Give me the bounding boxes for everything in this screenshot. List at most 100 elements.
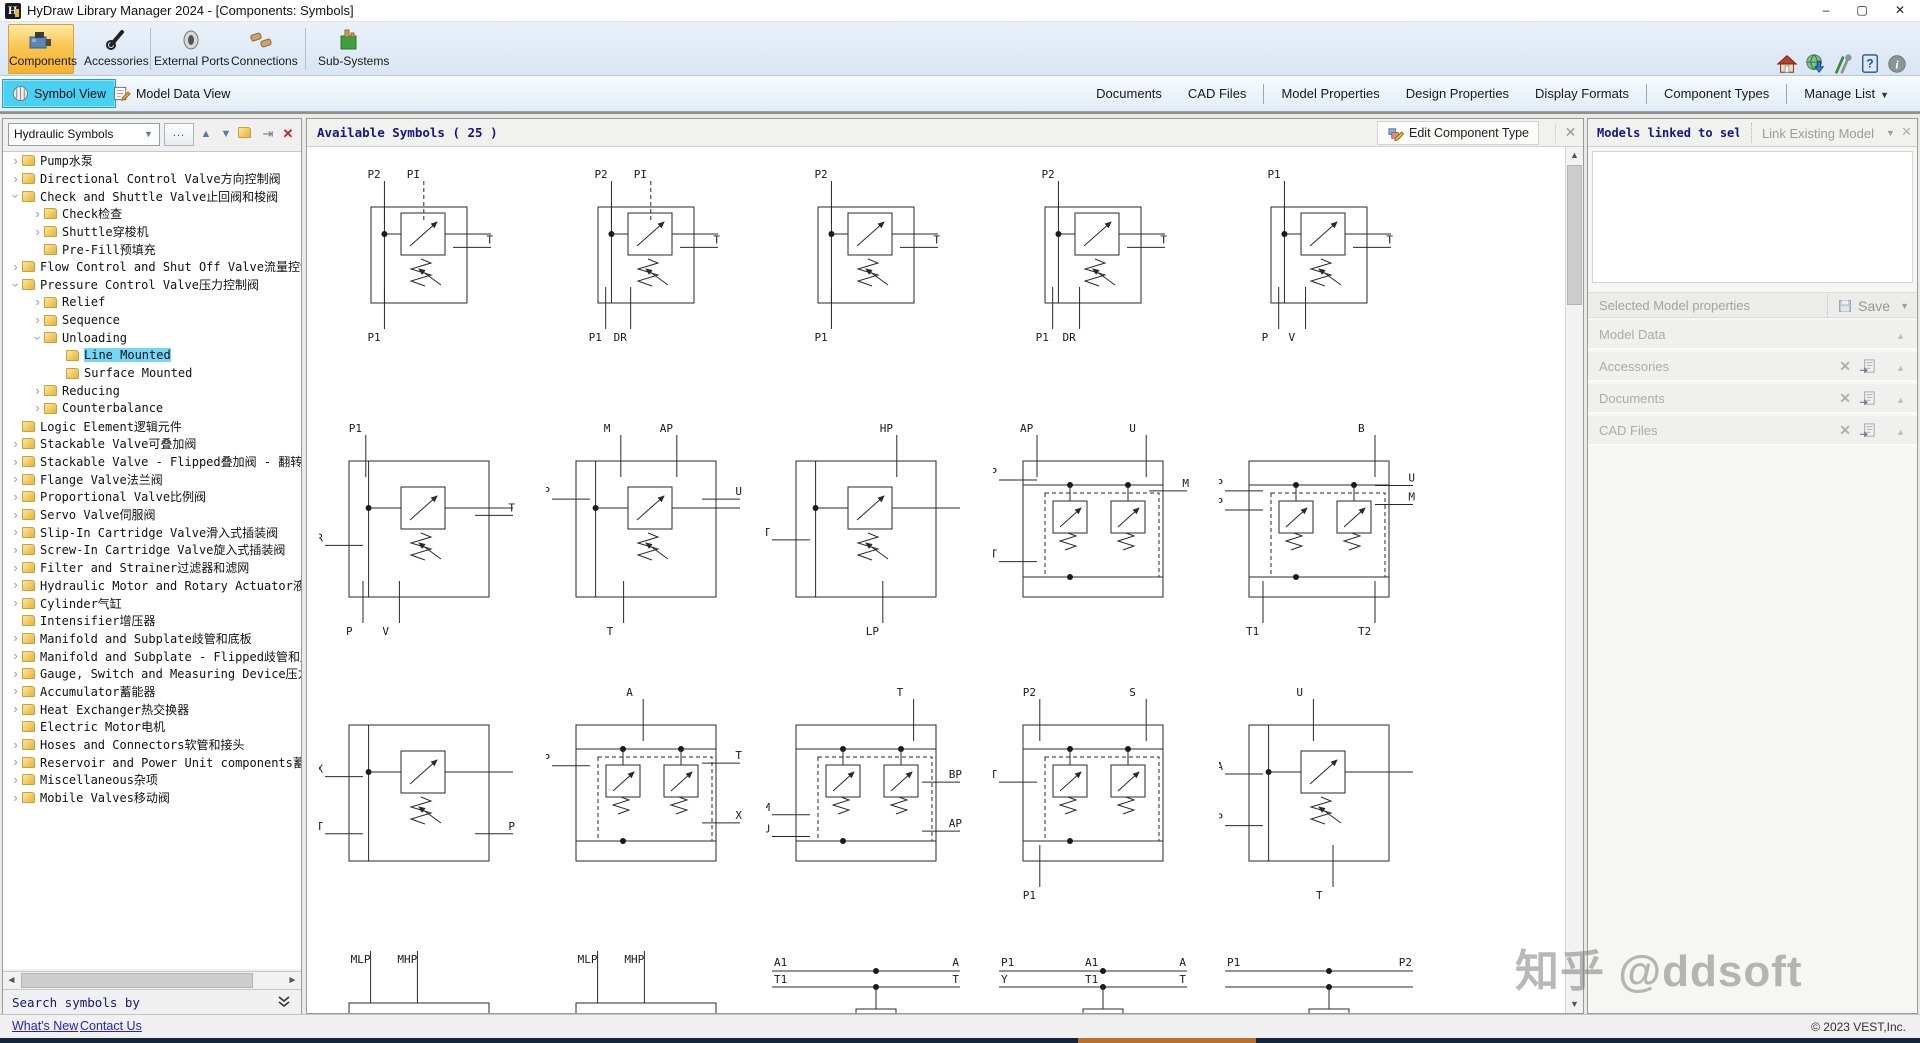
status-link-what-s-new[interactable]: What's New <box>12 1019 78 1033</box>
scroll-left-icon[interactable]: ◄ <box>3 972 20 989</box>
chevron-right-icon[interactable]: › <box>9 172 22 185</box>
scroll-down-icon[interactable]: ▼ <box>1566 996 1583 1013</box>
collapse-icon[interactable]: ▲ <box>1896 390 1905 408</box>
symbol-cell[interactable]: X T P <box>319 683 519 915</box>
chevron-right-icon[interactable]: › <box>9 596 22 609</box>
chevron-right-icon[interactable]: › <box>9 437 22 450</box>
symbol-cell[interactable]: T BP M U AP <box>766 683 966 915</box>
chevron-right-icon[interactable]: › <box>9 702 22 715</box>
tree-item-flange-valve[interactable]: › Flange Valve法兰阀 <box>3 470 301 488</box>
chevron-right-icon[interactable]: › <box>31 384 44 397</box>
search-symbols-bar[interactable]: Search symbols by <box>3 989 301 1014</box>
symbol-cell[interactable]: P1 Y A1 T1 A T <box>993 947 1193 1013</box>
tree-item-shuttle[interactable]: › Shuttle穿梭机 <box>3 223 301 241</box>
tree-item-pre-fill[interactable]: Pre-Fill预填充 <box>3 240 301 258</box>
symbol-cell[interactable]: BP M AP U T <box>546 419 746 651</box>
chevron-right-icon[interactable]: › <box>9 490 22 503</box>
tree-item-pump[interactable]: › Pump水泵 <box>3 152 301 170</box>
symbol-cell[interactable]: A P T X <box>546 683 746 915</box>
tree-item-cylinder[interactable]: › Cylinder气缸 <box>3 594 301 612</box>
tree-item-stackable-valve-flipped[interactable]: › Stackable Valve - Flipped叠加阀 - 翻转式 <box>3 453 301 471</box>
remove-icon[interactable]: ✕ <box>1839 358 1851 376</box>
help-icon[interactable]: ? <box>1860 53 1884 77</box>
tree-item-stackable-valve[interactable]: › Stackable Valve可叠加阀 <box>3 435 301 453</box>
symbol-cell[interactable]: P2 PI T P1 DR <box>546 151 746 383</box>
symbol-cell[interactable]: MLP MHP <box>546 947 746 1013</box>
delete-icon[interactable]: ✕ <box>280 126 296 142</box>
move-down-icon[interactable]: ▼ <box>218 128 234 140</box>
symbol-cell[interactable]: AP BP U M T <box>993 419 1193 651</box>
tree-item-logic-element[interactable]: Logic Element逻辑元件 <box>3 417 301 435</box>
chevron-right-icon[interactable]: › <box>9 649 22 662</box>
close-button[interactable]: ✕ <box>1882 0 1918 21</box>
move-up-icon[interactable]: ▲ <box>198 128 214 140</box>
tools-icon[interactable] <box>1831 53 1855 77</box>
symbol-cell[interactable]: P2 T P1 <box>766 151 966 383</box>
symbol-cell[interactable]: P2 PI T P1 <box>319 151 519 383</box>
chevron-right-icon[interactable]: › <box>31 225 44 238</box>
chevron-right-icon[interactable]: › <box>9 455 22 468</box>
tree-item-reducing[interactable]: › Reducing <box>3 382 301 400</box>
tree-item-mobile-valves[interactable]: › Mobile Valves移动阀 <box>3 789 301 807</box>
tree-item-reservoir-and-power-unit-components[interactable]: › Reservoir and Power Unit components蓄水池和 <box>3 753 301 771</box>
remove-icon[interactable]: ✕ <box>1839 390 1851 408</box>
scrollbar-thumb[interactable] <box>1567 165 1582 305</box>
tree-item-check[interactable]: › Check检查 <box>3 205 301 223</box>
collapse-icon[interactable]: ▲ <box>1896 358 1905 376</box>
tree-item-manifold-and-subplate[interactable]: › Manifold and Subplate歧管和底板 <box>3 630 301 648</box>
toolbar-link-display-formats[interactable]: Display Formats <box>1522 86 1642 101</box>
chevron-right-icon[interactable]: › <box>9 755 22 768</box>
ribbon-button-sub-systems[interactable]: Sub-Systems <box>317 24 389 74</box>
tree-item-directional-control-valve[interactable]: › Directional Control Valve方向控制阀 <box>3 170 301 188</box>
chevron-right-icon[interactable]: › <box>9 508 22 521</box>
ribbon-button-components[interactable]: Components <box>8 24 77 74</box>
toolbar-link-manage-list[interactable]: Manage List ▼ <box>1791 86 1902 101</box>
symbol-cell[interactable]: B AP BP UM T1 T2 <box>1219 419 1419 651</box>
section-row-documents[interactable]: Documents ✕ ▲ <box>1588 384 1917 414</box>
collapse-icon[interactable]: ▲ <box>1896 326 1905 344</box>
chevron-right-icon[interactable]: › <box>9 543 22 556</box>
chevron-right-icon[interactable]: › <box>9 791 22 804</box>
chevron-right-icon[interactable]: › <box>9 472 22 485</box>
chevron-right-icon[interactable]: › <box>9 561 22 574</box>
ribbon-button-connections[interactable]: Connections <box>230 24 298 74</box>
expand-search-icon[interactable] <box>277 995 291 1009</box>
toolbar-link-component-types[interactable]: Component Types <box>1651 86 1782 101</box>
link-existing-model-button[interactable]: Link Existing Model ▼ <box>1751 123 1895 143</box>
tree-item-intensifier[interactable]: Intensifier增压器 <box>3 612 301 630</box>
tree-item-slip-in-cartridge-valve[interactable]: › Slip-In Cartridge Valve滑入式插装阀 <box>3 523 301 541</box>
symbol-cell[interactable]: P2 T P1 DR <box>993 151 1193 383</box>
save-button[interactable]: Save ▼ <box>1827 294 1909 317</box>
section-row-cad-files[interactable]: CAD Files ✕ ▲ <box>1588 416 1917 446</box>
tree-item-heat-exchanger[interactable]: › Heat Exchanger热交换器 <box>3 700 301 718</box>
home-icon[interactable] <box>1776 53 1800 77</box>
tree-item-hydraulic-motor-and-rotary-actuator[interactable]: › Hydraulic Motor and Rotary Actuator液压马达 <box>3 577 301 595</box>
new-folder-icon[interactable] <box>238 125 256 143</box>
add-list-icon[interactable] <box>1859 422 1877 439</box>
tree-item-hoses-and-connectors[interactable]: › Hoses and Connectors软管和接头 <box>3 736 301 754</box>
tree-item-sequence[interactable]: › Sequence <box>3 311 301 329</box>
web-icon[interactable] <box>1804 53 1828 77</box>
edit-component-type-button[interactable]: Edit Component Type <box>1377 121 1539 145</box>
info-icon[interactable]: i <box>1886 53 1910 77</box>
tab-model-data-view[interactable]: Model Data View <box>104 79 239 108</box>
scroll-right-icon[interactable]: ► <box>284 972 301 989</box>
chevron-right-icon[interactable]: › <box>9 578 22 591</box>
remove-icon[interactable]: ✕ <box>1839 422 1851 440</box>
symbol-cell[interactable]: HP T LP <box>766 419 966 651</box>
tree-item-miscellaneous[interactable]: › Miscellaneous杂项 <box>3 771 301 789</box>
tree-item-servo-valve[interactable]: › Servo Valve伺服阀 <box>3 506 301 524</box>
toolbar-link-documents[interactable]: Documents <box>1083 86 1175 101</box>
ribbon-button-accessories[interactable]: Accessories <box>83 24 149 74</box>
toolbar-link-design-properties[interactable]: Design Properties <box>1393 86 1522 101</box>
chevron-right-icon[interactable]: › <box>9 525 22 538</box>
ribbon-button-external-ports[interactable]: External Ports <box>153 24 229 74</box>
tree-item-proportional-valve[interactable]: › Proportional Valve比例阀 <box>3 488 301 506</box>
tree-item-counterbalance[interactable]: › Counterbalance <box>3 400 301 418</box>
symbol-cell[interactable]: A1 T1 A T <box>766 947 966 1013</box>
maximize-button[interactable]: ▢ <box>1844 0 1880 21</box>
sidebar-horizontal-scrollbar[interactable]: ◄ ► <box>3 971 301 989</box>
browse-button[interactable]: ... <box>164 122 194 146</box>
rename-icon[interactable]: ⇥ <box>260 126 276 142</box>
tree-item-manifold-and-subplate-flipped[interactable]: › Manifold and Subplate - Flipped歧管和底板 <box>3 647 301 665</box>
